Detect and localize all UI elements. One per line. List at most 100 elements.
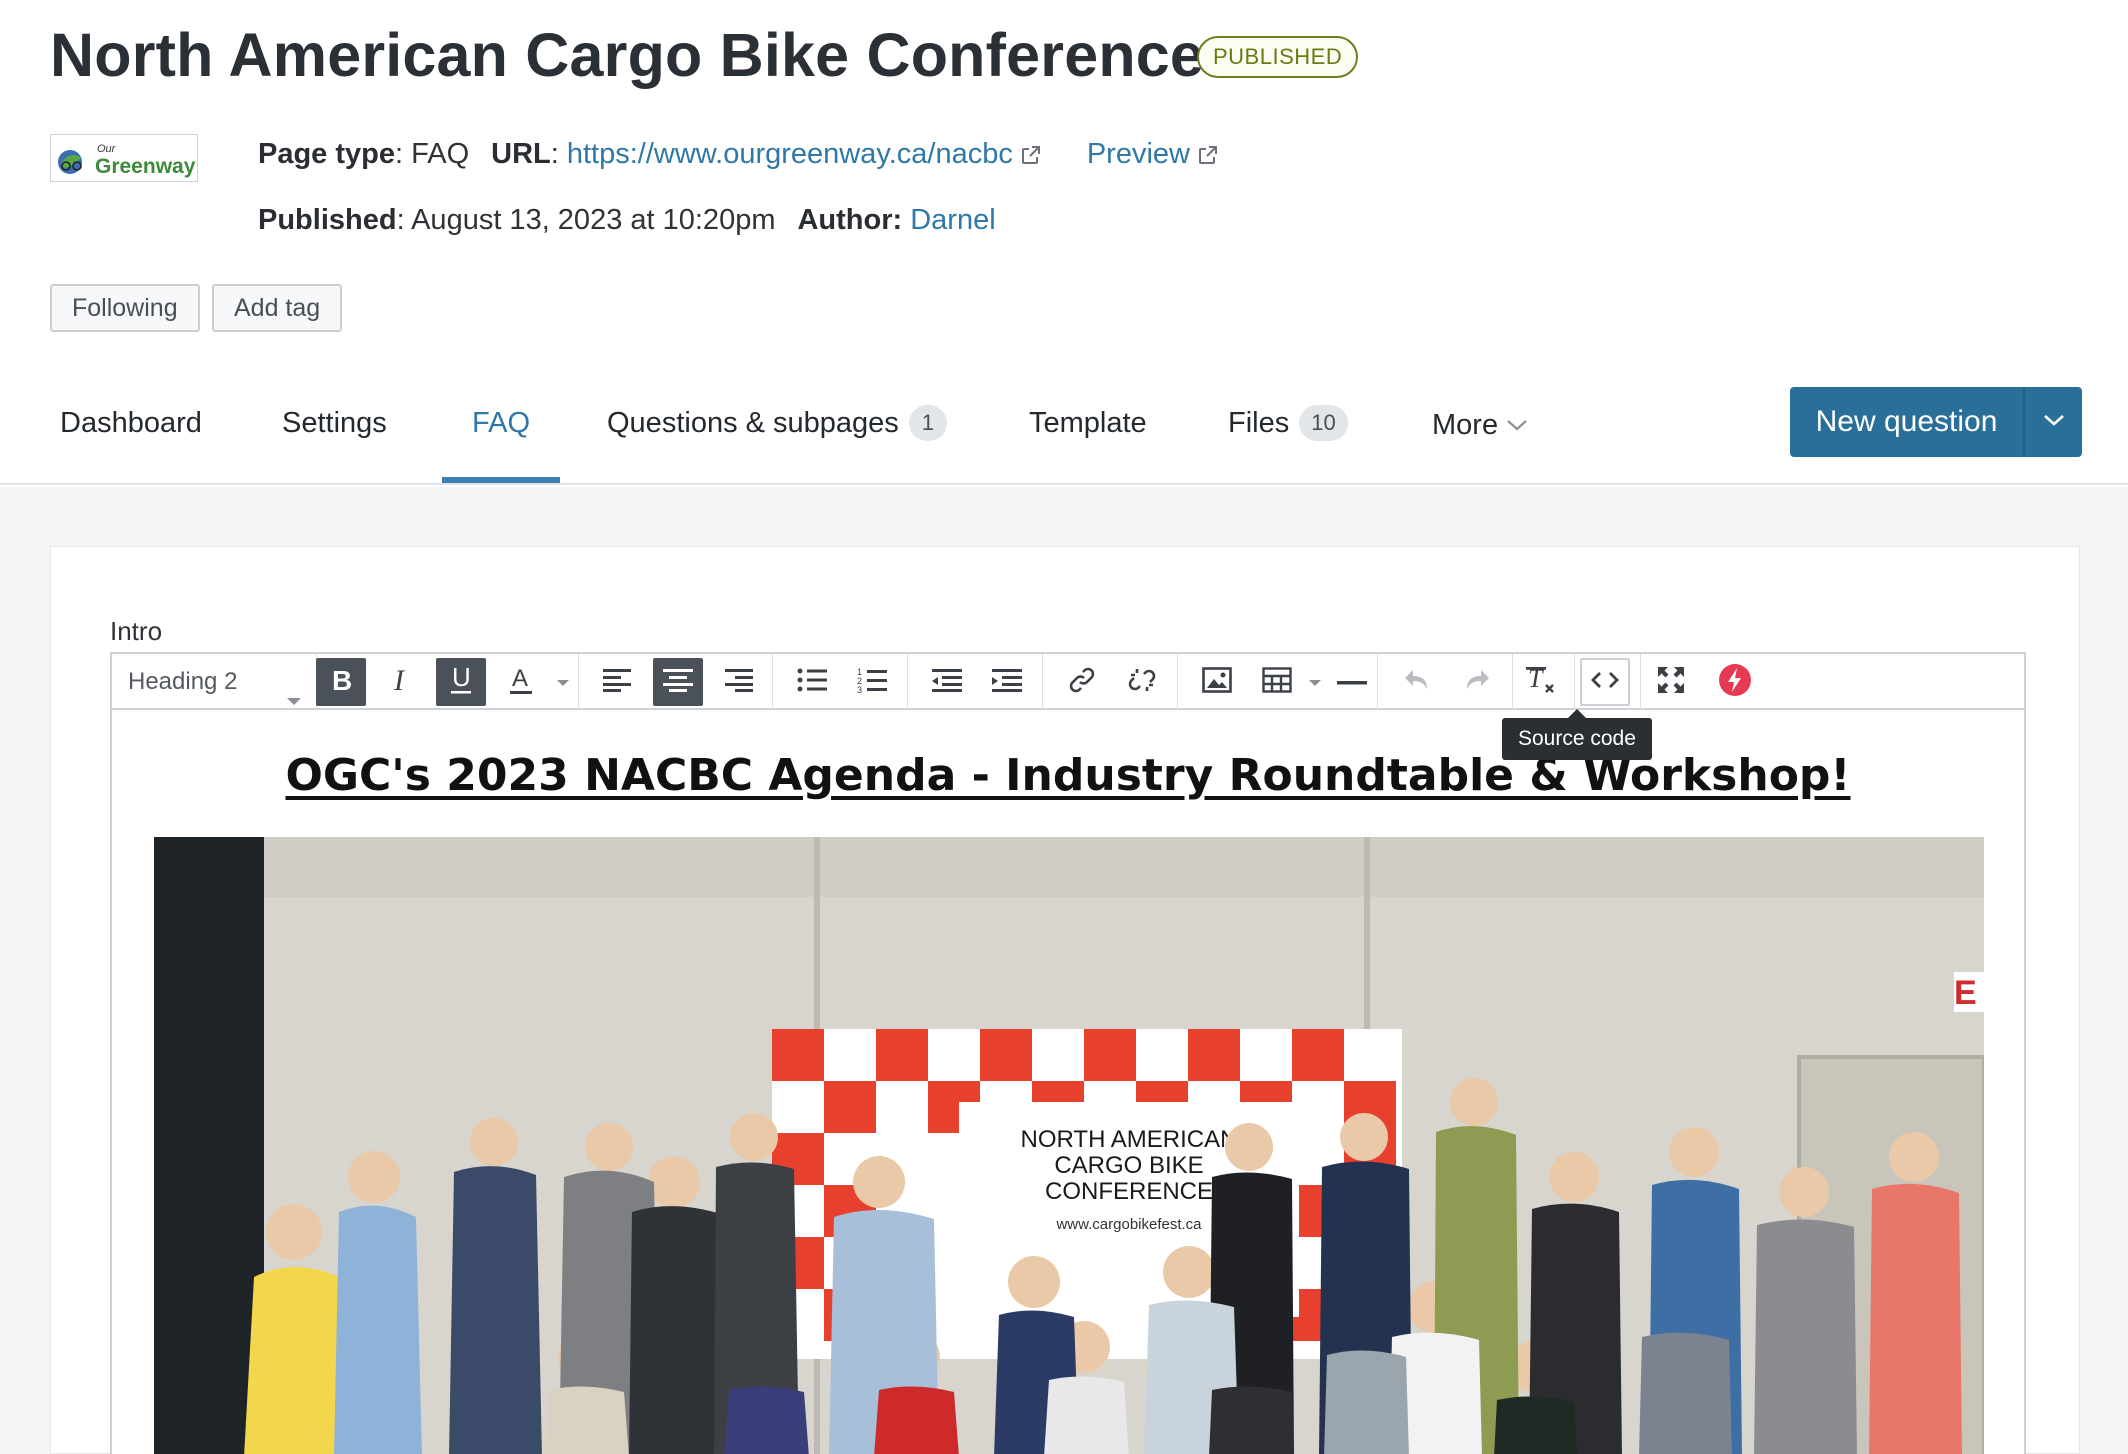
block-format-select[interactable]: Heading 2 bbox=[118, 660, 314, 705]
svg-text:E: E bbox=[1954, 974, 1977, 1012]
tab-label: Settings bbox=[282, 407, 387, 439]
redo-icon bbox=[1463, 667, 1491, 698]
numbered-list-button[interactable]: 123 bbox=[847, 658, 897, 706]
insert-image-button[interactable] bbox=[1192, 658, 1242, 706]
svg-text:A: A bbox=[512, 665, 528, 692]
fullscreen-icon bbox=[1656, 665, 1686, 700]
horizontal-rule-button[interactable] bbox=[1327, 658, 1377, 706]
toolbar-separator bbox=[907, 654, 908, 710]
clear-formatting-button[interactable]: T bbox=[1517, 658, 1567, 706]
bold-icon: B bbox=[328, 665, 354, 700]
align-right-button[interactable] bbox=[713, 658, 763, 706]
link-icon bbox=[1067, 665, 1097, 700]
chevron-down-icon bbox=[1506, 385, 1528, 461]
preview-link[interactable]: Preview bbox=[1087, 138, 1190, 170]
intro-field-label: Intro bbox=[110, 616, 163, 646]
tab-label: Files bbox=[1228, 407, 1290, 439]
italic-icon: I bbox=[388, 664, 414, 700]
banner-line-2: CARGO BIKE bbox=[1054, 1152, 1203, 1179]
redo-button[interactable] bbox=[1452, 658, 1502, 706]
logo-text-greenway: Greenway bbox=[95, 155, 196, 178]
source-code-button[interactable] bbox=[1580, 658, 1630, 706]
lightning-bolt-icon bbox=[1718, 663, 1752, 702]
unlink-icon bbox=[1127, 665, 1157, 700]
count-badge: 1 bbox=[908, 405, 947, 441]
underline-icon: U bbox=[447, 662, 475, 701]
external-link-icon bbox=[1196, 142, 1220, 175]
svg-text:B: B bbox=[332, 665, 352, 695]
block-format-value: Heading 2 bbox=[128, 668, 238, 695]
tab-faq[interactable]: FAQ bbox=[442, 385, 561, 483]
caret-down-icon[interactable] bbox=[1308, 676, 1322, 694]
image-icon bbox=[1202, 666, 1232, 698]
active-tab-indicator bbox=[442, 477, 561, 483]
author-link[interactable]: Darnel bbox=[910, 204, 995, 236]
caret-down-icon[interactable] bbox=[556, 676, 570, 694]
svg-text:U: U bbox=[452, 664, 471, 692]
tab-label: Dashboard bbox=[60, 407, 202, 439]
align-left-icon bbox=[603, 668, 633, 697]
author-label: Author: bbox=[797, 204, 903, 236]
toolbar-separator bbox=[1640, 654, 1641, 710]
published-value: August 13, 2023 at 10:20pm bbox=[411, 204, 776, 236]
tab-more[interactable]: More bbox=[1432, 385, 1528, 483]
add-tag-button[interactable]: Add tag bbox=[212, 284, 343, 332]
align-center-button[interactable] bbox=[653, 658, 703, 706]
tab-template[interactable]: Template bbox=[1029, 385, 1147, 483]
new-question-dropdown-toggle[interactable] bbox=[2025, 387, 2082, 457]
indent-button[interactable] bbox=[982, 658, 1032, 706]
tab-files[interactable]: Files 10 bbox=[1228, 385, 1348, 483]
rich-text-editor: Heading 2 B I U A 123 T OGC's 2023 NACBC… bbox=[110, 652, 2026, 1454]
tab-label: Template bbox=[1029, 407, 1147, 439]
text-color-icon: A bbox=[507, 664, 535, 701]
chevron-down-icon bbox=[2042, 412, 2066, 433]
fullscreen-button[interactable] bbox=[1646, 658, 1696, 706]
new-question-split-button: New question bbox=[1790, 387, 2082, 457]
tab-settings[interactable]: Settings bbox=[282, 385, 387, 483]
undo-icon bbox=[1403, 667, 1431, 698]
published-label: Published bbox=[258, 204, 397, 236]
bold-button[interactable]: B bbox=[316, 658, 366, 706]
bullet-list-button[interactable] bbox=[787, 658, 837, 706]
svg-text:3: 3 bbox=[857, 685, 862, 694]
underline-button[interactable]: U bbox=[436, 658, 486, 706]
indent-icon bbox=[992, 668, 1022, 697]
new-question-button[interactable]: New question bbox=[1790, 387, 2023, 457]
caret-down-icon bbox=[286, 678, 302, 722]
toolbar-separator bbox=[1377, 654, 1378, 710]
toolbar-separator bbox=[1042, 654, 1043, 710]
tab-questions-subpages[interactable]: Questions & subpages 1 bbox=[607, 385, 947, 483]
tab-label: Questions & subpages bbox=[607, 407, 899, 439]
text-color-button[interactable]: A bbox=[496, 658, 546, 706]
source-code-tooltip: Source code bbox=[1502, 709, 1652, 760]
italic-button[interactable]: I bbox=[376, 658, 426, 706]
following-button[interactable]: Following bbox=[50, 284, 200, 332]
insert-table-button[interactable] bbox=[1252, 658, 1302, 706]
toolbar-separator bbox=[772, 654, 773, 710]
align-right-icon bbox=[723, 668, 753, 697]
banner-line-1: NORTH AMERICAN bbox=[1021, 1126, 1238, 1153]
align-center-icon bbox=[663, 668, 693, 697]
clear-formatting-icon: T bbox=[1526, 664, 1558, 700]
numbered-list-icon: 123 bbox=[857, 666, 887, 699]
align-left-button[interactable] bbox=[593, 658, 643, 706]
code-brackets-icon bbox=[1590, 670, 1620, 695]
insert-link-button[interactable] bbox=[1057, 658, 1107, 706]
logo-text-our: Our bbox=[97, 143, 117, 155]
intro-heading[interactable]: OGC's 2023 NACBC Agenda - Industry Round… bbox=[112, 750, 2024, 801]
editor-toolbar: Heading 2 B I U A 123 T bbox=[112, 654, 2024, 710]
outdent-button[interactable] bbox=[922, 658, 972, 706]
toolbar-separator bbox=[578, 654, 579, 710]
svg-text:I: I bbox=[393, 665, 406, 695]
undo-button[interactable] bbox=[1392, 658, 1442, 706]
conference-group-photo[interactable]: E NORTH AMERICAN CARGO BIKE CONFERENCE w… bbox=[154, 837, 1984, 1454]
power-action-button[interactable] bbox=[1710, 658, 1760, 706]
tab-dashboard[interactable]: Dashboard bbox=[60, 385, 202, 483]
url-link[interactable]: https://www.ourgreenway.ca/nacbc bbox=[567, 138, 1013, 170]
toolbar-separator bbox=[1574, 654, 1575, 710]
tab-label: FAQ bbox=[472, 407, 531, 439]
count-badge: 10 bbox=[1299, 405, 1348, 441]
page-type-label: Page type bbox=[258, 138, 395, 170]
remove-link-button[interactable] bbox=[1117, 658, 1167, 706]
banner-site: www.cargobikefest.ca bbox=[1055, 1216, 1202, 1233]
